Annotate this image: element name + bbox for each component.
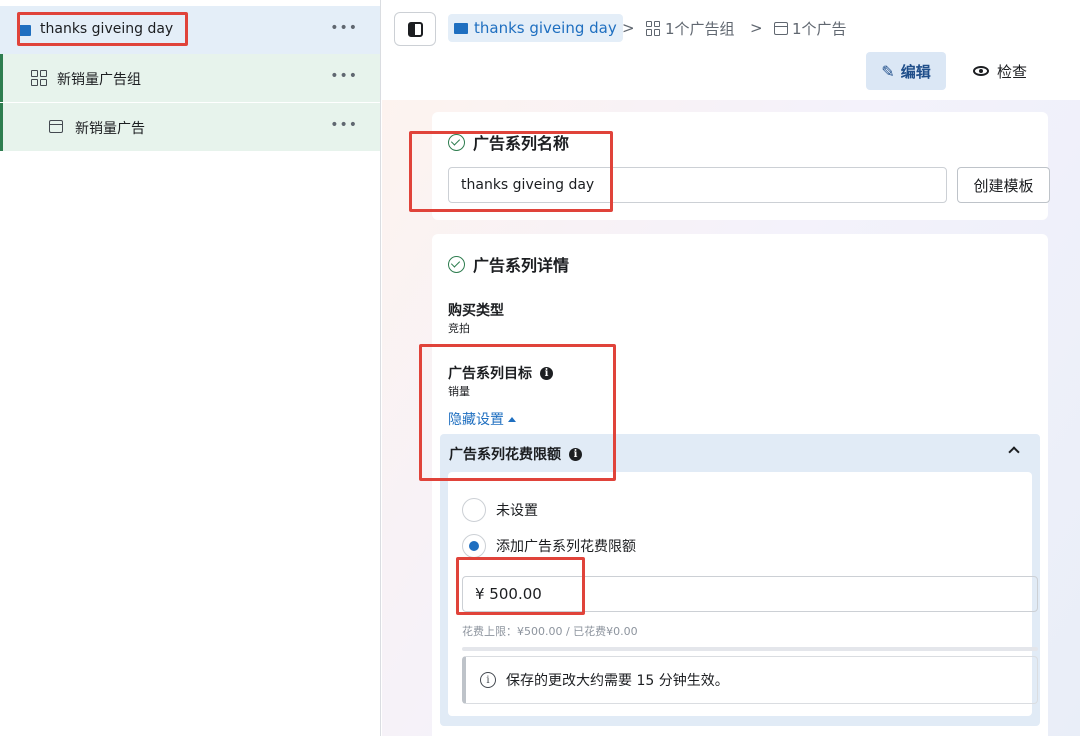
more-options-icon[interactable]: •••	[330, 117, 358, 133]
buy-type-label: 购买类型	[448, 303, 504, 319]
sidebar-item-campaign[interactable]: thanks giveing day •••	[0, 6, 380, 54]
info-icon[interactable]: i	[540, 366, 553, 380]
info-icon[interactable]: i	[569, 447, 582, 461]
spending-limit-panel: 广告系列花费限额 i 未设置 添加广告系列花费限额 ¥ 500.00 花费上限：…	[440, 434, 1040, 726]
spending-limit-body: 未设置 添加广告系列花费限额 ¥ 500.00 花费上限：¥500.00 / 已…	[448, 472, 1038, 716]
radio-button-selected[interactable]	[462, 534, 486, 558]
ad-set-icon	[646, 20, 661, 36]
section-title: 广告系列名称	[448, 130, 569, 154]
breadcrumb-separator: >	[750, 19, 763, 37]
sidebar-item-label: 新销量广告	[75, 121, 145, 137]
sidebar-item-label: thanks giveing day	[40, 21, 174, 37]
objective-value: 销量	[448, 385, 470, 398]
editor-main: 广告系列名称 thanks giveing day 创建模板 广告系列详情 购买…	[382, 100, 1080, 736]
campaign-details-card: 广告系列详情 购买类型 竞拍 广告系列目标 i 销量 隐藏设置 广告系列花费限额…	[432, 234, 1048, 736]
review-button[interactable]: 检查	[960, 52, 1040, 90]
section-title: 广告系列详情	[448, 252, 569, 276]
breadcrumb-ad[interactable]: 1个广告	[774, 14, 847, 42]
objective-label: 广告系列目标 i	[448, 363, 553, 383]
ad-icon	[774, 21, 788, 35]
create-template-button[interactable]: 创建模板	[957, 167, 1050, 203]
folder-icon	[17, 25, 31, 36]
more-options-icon[interactable]: •••	[330, 68, 358, 84]
sidebar-item-label: 新销量广告组	[57, 72, 141, 88]
chevron-up-icon[interactable]	[1008, 446, 1020, 458]
more-options-icon[interactable]: •••	[330, 20, 358, 36]
breadcrumb-adset[interactable]: 1个广告组	[646, 14, 735, 42]
radio-button[interactable]	[462, 498, 486, 522]
breadcrumb-campaign[interactable]: thanks giveing day	[448, 14, 623, 42]
radio-option-none[interactable]: 未设置	[462, 498, 538, 522]
breadcrumb-separator: >	[622, 19, 635, 37]
folder-icon	[454, 22, 468, 34]
sidebar-item-adset[interactable]: 新销量广告组 •••	[0, 54, 380, 102]
caret-up-icon	[508, 416, 516, 422]
eye-icon	[972, 66, 989, 76]
ad-set-icon	[31, 70, 47, 86]
top-bar: thanks giveing day > 1个广告组 > 1个广告 ✎ 编辑 检…	[382, 0, 1080, 100]
toggle-sidebar-button[interactable]	[394, 12, 436, 46]
spend-note: 花费上限：¥500.00 / 已花费¥0.00	[462, 625, 638, 638]
buy-type-value: 竞拍	[448, 322, 470, 335]
campaign-name-card: 广告系列名称 thanks giveing day 创建模板	[432, 112, 1050, 220]
spend-limit-amount-input[interactable]: ¥ 500.00	[462, 576, 1038, 612]
spend-progress-bar	[462, 647, 1038, 651]
check-circle-icon	[448, 255, 465, 273]
spending-limit-title[interactable]: 广告系列花费限额 i	[449, 444, 582, 464]
ad-icon	[49, 120, 63, 133]
hide-settings-link[interactable]: 隐藏设置	[448, 409, 516, 429]
pencil-icon: ✎	[881, 61, 895, 81]
info-outline-icon: i	[480, 672, 496, 688]
sidebar-panel-icon	[408, 22, 423, 37]
sidebar-item-ad[interactable]: 新销量广告 •••	[0, 103, 380, 151]
campaign-name-input[interactable]: thanks giveing day	[448, 167, 947, 203]
edit-button[interactable]: ✎ 编辑	[866, 52, 946, 90]
radio-option-add-limit[interactable]: 添加广告系列花费限额	[462, 534, 636, 558]
check-circle-icon	[448, 133, 465, 151]
campaign-tree-sidebar: thanks giveing day ••• 新销量广告组 ••• 新销量广告 …	[0, 0, 381, 736]
info-notice: i 保存的更改大约需要 15 分钟生效。	[462, 656, 1038, 704]
